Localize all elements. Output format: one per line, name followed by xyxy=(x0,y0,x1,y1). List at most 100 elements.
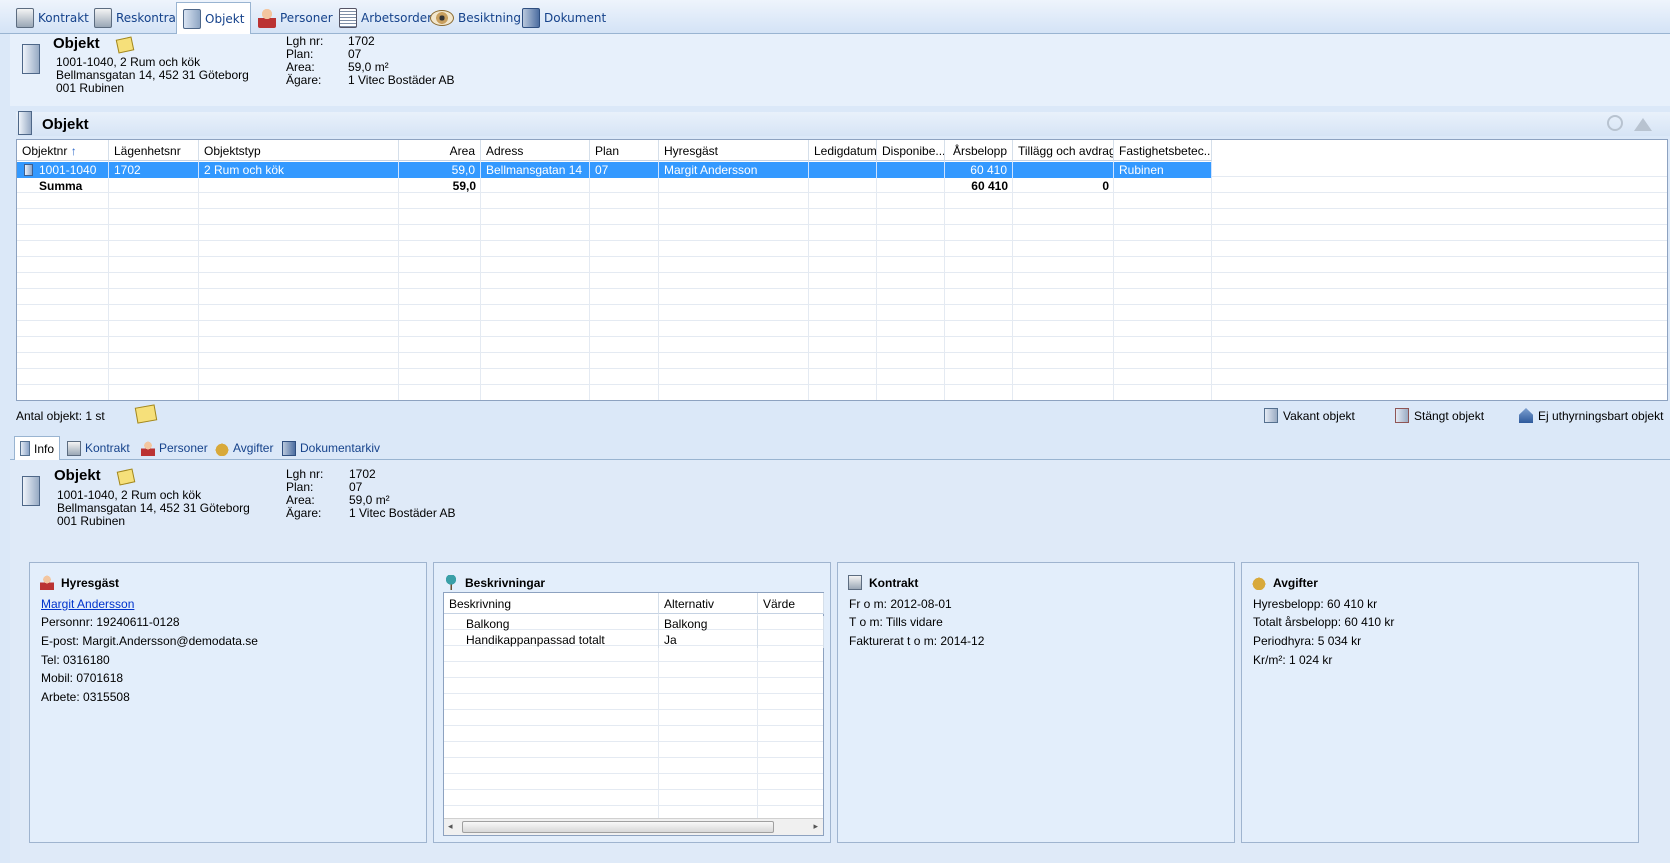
tab-dokumentarkiv[interactable]: Dokumentarkiv xyxy=(277,436,385,460)
door-icon xyxy=(22,44,40,74)
tab-kontrakt[interactable]: Kontrakt xyxy=(10,3,95,33)
top-tab-bar: Kontrakt Reskontra Objekt Personer Arbet… xyxy=(0,0,1670,34)
list-icon xyxy=(339,8,357,28)
column-header-plan[interactable]: Plan xyxy=(590,140,659,161)
col-divider xyxy=(398,161,399,400)
tab-besiktning[interactable]: Besiktning xyxy=(424,3,527,33)
list-title: Objekt xyxy=(42,116,89,133)
vacant-door-icon xyxy=(1264,408,1278,423)
cell-hyresgast: Margit Andersson xyxy=(659,162,809,178)
tab-personer[interactable]: Personer xyxy=(252,3,339,33)
fee-rent: Hyresbelopp: 60 410 kr xyxy=(1253,597,1378,611)
column-header-fastighet[interactable]: Fastighetsbetec... xyxy=(1114,140,1212,161)
field-label: Lgh nr: xyxy=(286,34,324,48)
field-value: 1702 xyxy=(348,34,375,48)
cell-adress: Bellmansgatan 14 xyxy=(481,162,590,178)
column-header-lagenhetsnr[interactable]: Lägenhetsnr xyxy=(109,140,199,161)
tenant-personnr: Personnr: 19240611-0128 xyxy=(41,615,180,629)
summary-area: 59,0 xyxy=(452,179,476,193)
horizontal-scrollbar[interactable]: ◂ ▸ xyxy=(444,818,823,835)
col-divider xyxy=(1211,161,1212,400)
tab-label: Personer xyxy=(280,11,333,25)
panel-title: Beskrivningar xyxy=(444,575,545,590)
column-header-beskrivning[interactable]: Beskrivning xyxy=(444,593,659,614)
field-value: 1 Vitec Bostäder AB xyxy=(348,73,455,87)
tenant-email: E-post: Margit.Andersson@demodata.se xyxy=(41,634,258,648)
col-divider xyxy=(1113,161,1114,400)
tab-label: Personer xyxy=(159,441,208,455)
ledger-icon xyxy=(94,8,112,28)
binder-icon xyxy=(522,8,540,28)
tab-label: Dokument xyxy=(544,11,607,25)
col-divider xyxy=(808,161,809,400)
header-line3: 001 Rubinen xyxy=(56,81,125,95)
column-header-ledigdatum[interactable]: Ledigdatum xyxy=(809,140,877,161)
tab-personer-bottom[interactable]: Personer xyxy=(136,436,213,460)
column-header-varde[interactable]: Värde xyxy=(758,593,824,614)
cell-beskrivning: Balkong xyxy=(444,616,659,632)
door-icon xyxy=(183,8,201,29)
tab-arbetsorder[interactable]: Arbetsorder xyxy=(333,3,438,33)
cell-varde xyxy=(758,632,824,648)
field-value: 1702 xyxy=(349,467,376,481)
column-header-tillagg[interactable]: Tillägg och avdrag xyxy=(1013,140,1114,161)
collapse-icon[interactable] xyxy=(1634,118,1652,131)
person-icon xyxy=(40,575,54,590)
search-icon[interactable] xyxy=(1607,115,1623,131)
person-icon xyxy=(258,8,276,28)
contract-icon xyxy=(67,440,81,456)
field-value: 07 xyxy=(349,480,363,494)
door-icon xyxy=(20,441,30,456)
field-label: Plan: xyxy=(286,480,314,494)
tab-label: Arbetsorder xyxy=(361,11,433,25)
scrollbar-thumb[interactable] xyxy=(462,821,774,833)
col-divider xyxy=(658,161,659,400)
header-title: Objekt xyxy=(53,35,100,52)
header-label: Objektnr xyxy=(22,144,68,158)
panel-title-label: Hyresgäst xyxy=(61,575,120,590)
summary-tillagg: 0 xyxy=(1102,179,1109,193)
objects-grid: Objektnr ↑ Lägenhetsnr Objektstyp Area A… xyxy=(16,139,1668,401)
cell-tillagg xyxy=(1013,162,1114,178)
col-divider xyxy=(944,161,945,400)
scroll-left-icon[interactable]: ◂ xyxy=(448,822,453,832)
column-header-adress[interactable]: Adress xyxy=(481,140,590,161)
column-header-area[interactable]: Area xyxy=(399,140,481,161)
info-line1: 1001-1040, 2 Rum och kök xyxy=(57,488,202,502)
list-section-bar xyxy=(16,112,1670,136)
stangt-objekt-legend[interactable]: Stängt objekt xyxy=(1395,408,1484,423)
tab-kontrakt-bottom[interactable]: Kontrakt xyxy=(62,436,135,460)
field-value: 1 Vitec Bostäder AB xyxy=(349,506,456,520)
cell-beskrivning: Handikappanpassad totalt xyxy=(444,632,659,648)
column-header-disponibel[interactable]: Disponibe... xyxy=(877,140,945,161)
vakant-objekt-legend[interactable]: Vakant objekt xyxy=(1264,408,1355,423)
tab-objekt[interactable]: Objekt xyxy=(176,2,252,34)
tab-avgifter[interactable]: Avgifter xyxy=(210,436,278,460)
cell-fastighet: Rubinen xyxy=(1114,162,1212,178)
closed-door-icon xyxy=(1395,408,1409,423)
legend-label: Vakant objekt xyxy=(1283,408,1355,423)
tab-reskontra[interactable]: Reskontra xyxy=(88,3,182,33)
column-header-objektstyp[interactable]: Objektstyp xyxy=(199,140,399,161)
tab-label: Reskontra xyxy=(116,11,176,25)
info-title: Objekt xyxy=(54,467,101,484)
fee-period-rent: Periodhyra: 5 034 kr xyxy=(1253,634,1362,648)
tenant-work-phone: Arbete: 0315508 xyxy=(41,690,130,704)
column-header-objektnr[interactable]: Objektnr ↑ xyxy=(17,140,109,161)
tab-dokument[interactable]: Dokument xyxy=(516,3,612,33)
cell-alternativ: Balkong xyxy=(659,616,758,632)
contract-invoiced: Fakturerat t o m: 2014-12 xyxy=(849,634,985,648)
panel-title-label: Beskrivningar xyxy=(465,575,546,590)
tab-label: Kontrakt xyxy=(85,441,130,455)
header-line2: Bellmansgatan 14, 452 31 Göteborg xyxy=(56,68,249,82)
column-header-alternativ[interactable]: Alternativ xyxy=(659,593,758,614)
note-icon[interactable] xyxy=(134,404,158,424)
ej-uthyrningsbart-legend[interactable]: Ej uthyrningsbart objekt xyxy=(1519,408,1663,423)
column-header-hyresgast[interactable]: Hyresgäst xyxy=(659,140,809,161)
tenant-name-link[interactable]: Margit Andersson xyxy=(41,597,134,611)
scroll-right-icon[interactable]: ▸ xyxy=(813,822,818,832)
field-label: Ägare: xyxy=(286,506,322,520)
field-label: Lgh nr: xyxy=(286,467,324,481)
tab-info[interactable]: Info xyxy=(14,436,61,460)
column-header-arsbelopp[interactable]: Årsbelopp xyxy=(945,140,1013,161)
